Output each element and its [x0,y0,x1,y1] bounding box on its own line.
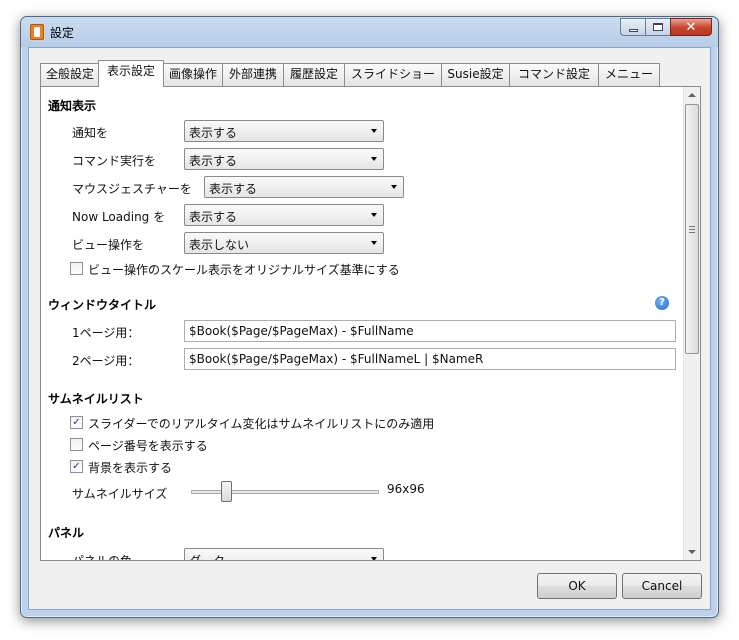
notification-section-title: 通知表示 [48,99,97,113]
tab-image-operation[interactable]: 画像操作 [163,63,223,86]
minimize-button[interactable] [620,18,646,36]
thumbnail-size-slider-track[interactable] [191,490,379,494]
thumbnail-size-label: サムネイルサイズ [72,487,168,501]
dropdown-arrow-icon [371,557,377,560]
panel-color-label: パネルの色 [72,554,133,561]
dropdown-arrow-icon [371,157,377,161]
view-operation-label: ビュー操作を [72,238,145,252]
maximize-button[interactable] [645,18,671,36]
loading-notify-label: Now Loading を [72,210,166,224]
thumbnail-section-title: サムネイルリスト [48,392,144,406]
page1-title-input[interactable]: $Book($Page/$PageMax) - $FullName [184,320,676,342]
page1-title-label: 1ページ用： [72,326,140,340]
dropdown-arrow-icon [371,241,377,245]
caption-buttons: ✕ [620,18,712,36]
vertical-scrollbar[interactable] [683,87,700,560]
tab-external[interactable]: 外部連携 [222,63,284,86]
notify-value: 表示する [189,126,238,140]
scroll-down-arrow-icon[interactable] [688,550,696,554]
dropdown-arrow-icon [371,129,377,133]
panel-color-value: ダーク [189,554,226,561]
tab-menu[interactable]: メニュー [598,63,660,86]
window-title: 設定 [50,26,75,40]
panel-color-dropdown[interactable]: ダーク [184,548,384,561]
ok-button[interactable]: OK [537,573,617,599]
tab-history[interactable]: 履歴設定 [283,63,345,86]
page2-title-input[interactable]: $Book($Page/$PageMax) - $FullNameL | $Na… [184,348,676,370]
tab-display[interactable]: 表示設定 [98,60,164,87]
view-operation-dropdown[interactable]: 表示しない [184,232,384,254]
tab-general[interactable]: 全般設定 [40,63,100,86]
cancel-button[interactable]: Cancel [622,573,702,599]
dropdown-arrow-icon [391,185,397,189]
slider-realtime-checkbox[interactable]: ✓ [70,416,83,429]
tab-slideshow[interactable]: スライドショー [344,63,442,86]
gesture-notify-value: 表示する [209,182,258,196]
scale-original-checkbox[interactable] [70,262,83,275]
page-number-checkbox[interactable] [70,438,83,451]
thumbnail-size-value: 96x96 [387,482,425,496]
dialog-client-area: 全般設定 表示設定 画像操作 外部連携 履歴設定 スライドショー Susie設定… [28,47,711,610]
background-label: 背景を表示する [88,461,173,475]
dropdown-arrow-icon [371,213,377,217]
notify-dropdown[interactable]: 表示する [184,120,384,142]
command-notify-dropdown[interactable]: 表示する [184,148,384,170]
scroll-thumb[interactable] [685,104,699,354]
app-icon [30,24,44,40]
tab-susie[interactable]: Susie設定 [441,63,510,86]
scale-original-label: ビュー操作のスケール表示をオリジナルサイズ基準にする [88,263,400,277]
panel-section-title: パネル [48,526,85,540]
maximize-icon [653,23,663,31]
scroll-up-arrow-icon[interactable] [688,93,696,97]
page-number-label: ページ番号を表示する [88,439,208,453]
page2-title-label: 2ページ用： [72,354,140,368]
loading-notify-dropdown[interactable]: 表示する [184,204,384,226]
close-icon: ✕ [685,19,697,35]
command-notify-label: コマンド実行を [72,154,157,168]
scroll-grip-icon [689,226,695,233]
settings-window: 設定 ✕ 全般設定 表示設定 画像操作 外部連携 履歴設定 スライドショー Su… [20,16,719,618]
help-icon[interactable]: ? [655,296,669,310]
slider-realtime-label: スライダーでのリアルタイム変化はサムネイルリストにのみ適用 [88,417,435,431]
view-operation-value: 表示しない [189,238,250,252]
background-checkbox[interactable]: ✓ [70,460,83,473]
gesture-notify-label: マウスジェスチャーを [72,182,192,196]
close-button[interactable]: ✕ [670,18,712,36]
command-notify-value: 表示する [189,154,238,168]
display-settings-panel: 通知表示 通知を 表示する コマンド実行を 表示する マウスジェスチャーを 表示… [40,86,701,561]
notify-label: 通知を [72,126,109,140]
minimize-icon [628,28,638,32]
title-bar[interactable]: 設定 ✕ [21,17,718,47]
thumbnail-size-slider-thumb[interactable] [221,481,233,502]
gesture-notify-dropdown[interactable]: 表示する [204,176,404,198]
loading-notify-value: 表示する [189,210,238,224]
window-title-section-title: ウィンドウタイトル [48,298,157,312]
tab-command[interactable]: コマンド設定 [509,63,599,86]
